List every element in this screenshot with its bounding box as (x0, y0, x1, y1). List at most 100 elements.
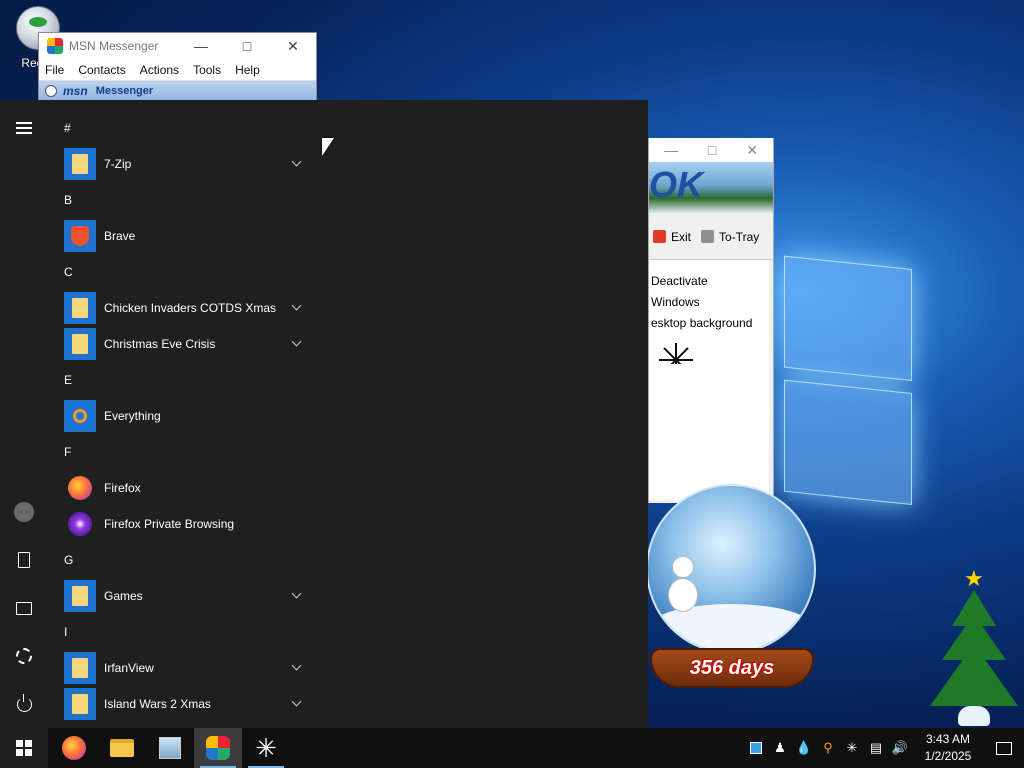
taskbar-file-explorer[interactable] (98, 728, 146, 768)
settings-button[interactable] (0, 632, 48, 680)
tray-search-icon[interactable]: ⚲ (816, 728, 840, 768)
taskbar-remote-desktop[interactable] (146, 728, 194, 768)
start-button[interactable] (0, 728, 48, 768)
chevron-down-icon[interactable] (291, 156, 302, 167)
taskbar-firefox[interactable] (50, 728, 98, 768)
app-chicken-invaders[interactable]: Chicken Invaders COTDS Xmas (56, 290, 308, 326)
remote-desktop-icon (159, 737, 181, 759)
user-account-button[interactable] (0, 488, 48, 536)
exit-icon (653, 230, 666, 243)
tray-icon (701, 230, 715, 243)
app-games[interactable]: Games (56, 578, 308, 614)
exit-button[interactable]: Exit (653, 230, 691, 244)
maximize-button[interactable]: □ (708, 142, 716, 158)
app-label: Island Wars 2 Xmas (104, 697, 211, 711)
app-label: Firefox (104, 481, 141, 495)
folder-icon (64, 148, 96, 180)
folder-icon (64, 328, 96, 360)
app-irfanview[interactable]: IrfanView (56, 650, 308, 686)
snow-globe-gadget[interactable]: 356 days (640, 484, 820, 702)
msn-app-icon (47, 38, 63, 54)
msn-messenger-window[interactable]: MSN Messenger — □ ✕ File Contacts Action… (38, 32, 317, 102)
start-menu: # 7-Zip B Brave C Chicken Invaders COTDS… (0, 100, 648, 728)
taskbar-spark-app[interactable]: ✳ (242, 728, 290, 768)
app-island-wars[interactable]: Island Wars 2 Xmas (56, 686, 308, 722)
menu-help[interactable]: Help (235, 63, 260, 77)
tray-app-icon[interactable] (744, 728, 768, 768)
app-7zip[interactable]: 7-Zip (56, 146, 308, 182)
option-deactivate[interactable]: Deactivate (651, 274, 769, 295)
app-firefox-private[interactable]: Firefox Private Browsing (56, 506, 308, 542)
windows-start-icon (16, 740, 32, 756)
option-desktop-background[interactable]: esktop background (651, 316, 769, 337)
msn-menubar: File Contacts Actions Tools Help (39, 59, 316, 81)
menu-file[interactable]: File (45, 63, 64, 77)
tray-drop-icon[interactable]: 💧 (792, 728, 816, 768)
chevron-down-icon[interactable] (291, 696, 302, 707)
network-icon[interactable]: ▤ (864, 728, 888, 768)
collapse-icon[interactable] (45, 85, 57, 97)
document-icon (18, 552, 30, 568)
volume-icon[interactable]: 🔊 (888, 728, 912, 768)
folder-icon (64, 688, 96, 720)
msn-brand-bar: msn Messenger (39, 81, 316, 101)
app-christmas-eve-crisis[interactable]: Christmas Eve Crisis (56, 326, 308, 362)
menu-tools[interactable]: Tools (193, 63, 221, 77)
msn-logo: msn (63, 84, 88, 98)
brave-icon (64, 220, 96, 252)
app-label: Games (104, 589, 143, 603)
utility-window[interactable]: — □ ✕ OK Exit To-Tray Deactivate Windows… (648, 138, 774, 503)
group-header-f[interactable]: F (56, 434, 308, 470)
group-header-i[interactable]: I (56, 614, 308, 650)
group-header-b[interactable]: B (56, 182, 308, 218)
christmas-tree-gadget[interactable]: ★ (928, 566, 1020, 728)
folder-icon (64, 652, 96, 684)
tray-user-icon[interactable]: ♟ (768, 728, 792, 768)
clock-time: 3:43 AM (925, 732, 971, 746)
pictures-button[interactable] (0, 584, 48, 632)
snow-globe-base: 356 days (650, 648, 814, 688)
msn-window-title: MSN Messenger (69, 39, 159, 53)
msn-titlebar[interactable]: MSN Messenger — □ ✕ (39, 33, 316, 59)
action-center-button[interactable] (984, 728, 1024, 768)
app-label: 7-Zip (104, 157, 132, 171)
documents-button[interactable] (0, 536, 48, 584)
utility-titlebar[interactable]: — □ ✕ (649, 138, 773, 162)
menu-actions[interactable]: Actions (140, 63, 179, 77)
utility-toolbar: Exit To-Tray (649, 214, 773, 260)
maximize-button[interactable]: □ (224, 33, 270, 59)
group-header-hash[interactable]: # (56, 110, 308, 146)
chevron-down-icon[interactable] (291, 660, 302, 671)
start-menu-rail (0, 100, 48, 728)
menu-contacts[interactable]: Contacts (78, 63, 125, 77)
chevron-down-icon[interactable] (291, 300, 302, 311)
taskbar-msn-messenger[interactable] (194, 728, 242, 768)
power-button[interactable] (0, 680, 48, 728)
folder-icon (64, 580, 96, 612)
close-button[interactable]: ✕ (746, 142, 758, 159)
app-label: Firefox Private Browsing (104, 517, 235, 531)
app-brave[interactable]: Brave (56, 218, 308, 254)
minimize-button[interactable]: — (664, 142, 678, 158)
banner-text: OK (649, 164, 703, 205)
tray-spark-icon[interactable]: ✳ (840, 728, 864, 768)
firefox-private-icon (64, 508, 96, 540)
group-header-e[interactable]: E (56, 362, 308, 398)
app-everything[interactable]: Everything (56, 398, 308, 434)
option-windows[interactable]: Windows (651, 295, 769, 316)
chevron-down-icon[interactable] (291, 588, 302, 599)
close-button[interactable]: ✕ (270, 33, 316, 59)
expand-menu-button[interactable] (0, 104, 48, 152)
app-label: Christmas Eve Crisis (104, 337, 216, 351)
power-icon (16, 693, 32, 712)
file-explorer-icon (110, 739, 134, 757)
group-header-g[interactable]: G (56, 542, 308, 578)
taskbar: ✳ ♟ 💧 ⚲ ✳ ▤ 🔊 3:43 AM 1/2/2025 (0, 728, 1024, 768)
chevron-down-icon[interactable] (291, 336, 302, 347)
to-tray-button[interactable]: To-Tray (701, 230, 759, 244)
app-firefox[interactable]: Firefox (56, 470, 308, 506)
app-label: Brave (104, 229, 136, 243)
group-header-c[interactable]: C (56, 254, 308, 290)
taskbar-clock[interactable]: 3:43 AM 1/2/2025 (912, 731, 984, 765)
minimize-button[interactable]: — (178, 33, 224, 59)
